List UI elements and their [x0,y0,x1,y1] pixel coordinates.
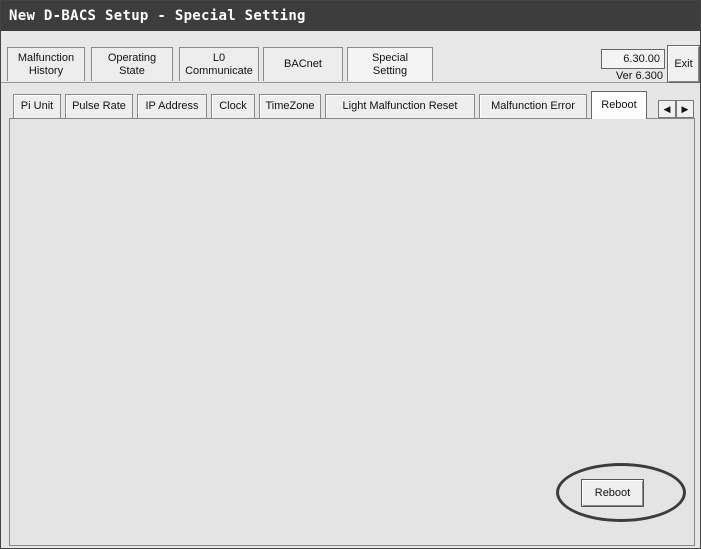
tab-label-line1: Malfunction [17,51,75,64]
tab-label-line1: Special [371,51,409,64]
tab-light-malfunction-reset[interactable]: Light Malfunction Reset [325,94,475,118]
version-label: Ver 6.300 [615,70,663,82]
tab-label-line2: Communicate [185,64,253,77]
tab-label-line1: Operating [107,51,157,64]
exit-button[interactable]: Exit [667,45,700,83]
tab-operating-state[interactable]: Operating State [91,47,173,81]
tab-label-line2: Setting [372,64,408,77]
tab-ip-address[interactable]: IP Address [137,94,207,118]
version-field: 6.30.00 [601,49,665,69]
tab-clock[interactable]: Clock [211,94,255,118]
tab-bacnet[interactable]: BACnet [263,47,343,81]
tab-l0-communicate[interactable]: L0 Communicate [179,47,259,81]
scroll-right-icon[interactable]: ▶ [676,100,694,118]
tab-timezone[interactable]: TimeZone [259,94,321,118]
main-toolbar: Malfunction History Operating State L0 C… [1,31,700,83]
tab-reboot[interactable]: Reboot [591,91,647,119]
window-title: New D-BACS Setup - Special Setting [1,1,700,31]
tab-special-setting[interactable]: Special Setting [347,47,433,81]
tab-label-line2: History [28,64,64,77]
tab-pi-unit[interactable]: Pi Unit [13,94,61,118]
tab-pulse-rate[interactable]: Pulse Rate [65,94,133,118]
sub-tab-strip: Pi Unit Pulse Rate IP Address Clock Time… [7,91,697,121]
scroll-left-icon[interactable]: ◀ [658,100,676,118]
tab-malfunction-error[interactable]: Malfunction Error [479,94,587,118]
tab-malfunction-history[interactable]: Malfunction History [7,47,85,81]
tab-label-line1: L0 [212,51,226,64]
tab-scroll-arrows: ◀ ▶ [658,100,694,118]
app-window: New D-BACS Setup - Special Setting Malfu… [0,0,701,549]
tab-label-line2: State [119,64,145,77]
tab-label-line1: BACnet [284,58,322,70]
reboot-button[interactable]: Reboot [581,479,644,507]
